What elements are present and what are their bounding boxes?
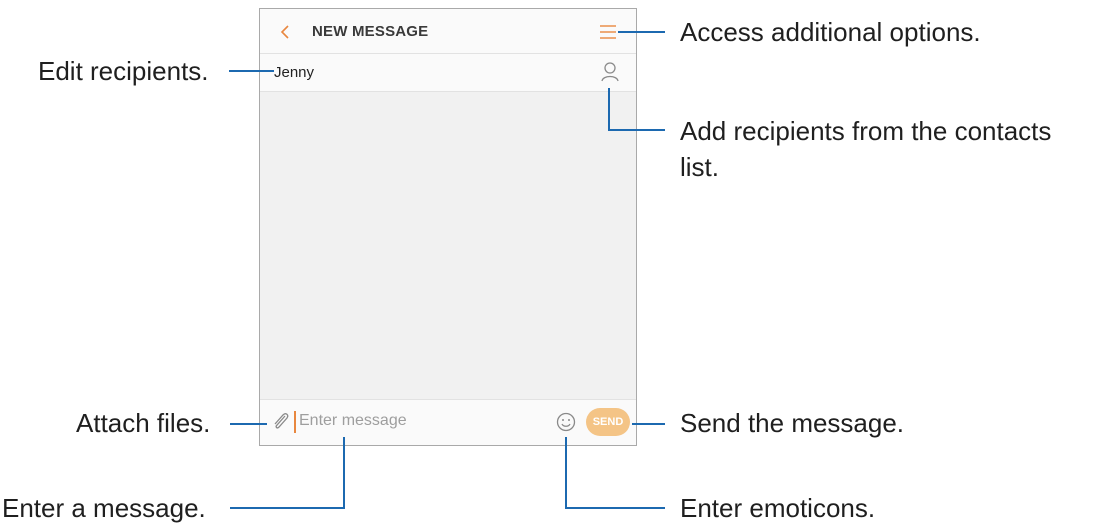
callout-add-recipients-line1: Add recipients from the contacts — [680, 116, 1052, 146]
leader-line-send — [632, 423, 665, 425]
leader-line-emoticons-horizontal — [565, 507, 665, 509]
paperclip-icon[interactable] — [270, 410, 292, 432]
page-title: NEW MESSAGE — [312, 23, 429, 40]
leader-line-emoticons-vertical — [565, 437, 567, 509]
callout-edit-recipients: Edit recipients. — [38, 56, 209, 86]
smiley-icon[interactable] — [555, 411, 577, 433]
compose-bar: Enter message SEND — [260, 399, 636, 445]
app-header: NEW MESSAGE — [260, 9, 636, 54]
recipient-field[interactable]: Jenny — [260, 54, 636, 92]
menu-icon[interactable] — [598, 23, 618, 41]
callout-access-options: Access additional options. — [680, 17, 981, 47]
recipient-name[interactable]: Jenny — [274, 64, 314, 81]
callout-attach-files: Attach files. — [76, 408, 211, 438]
callout-enter-emoticons: Enter emoticons. — [680, 493, 876, 523]
chevron-left-icon[interactable] — [274, 21, 296, 43]
phone-screen: NEW MESSAGE Jenny Enter message SEND — [259, 8, 637, 446]
leader-line-options — [618, 31, 665, 33]
leader-line-edit-recipients — [229, 70, 274, 72]
leader-line-message-horizontal — [230, 507, 345, 509]
text-cursor — [294, 411, 296, 433]
leader-line-contacts-horizontal — [608, 129, 665, 131]
leader-line-message-vertical — [343, 437, 345, 509]
callout-add-recipients-line2: list. — [680, 152, 719, 182]
leader-line-contacts-vertical — [608, 88, 610, 130]
leader-line-attach — [230, 423, 267, 425]
message-input[interactable]: Enter message — [299, 412, 499, 430]
callout-enter-message: Enter a message. — [2, 493, 206, 523]
callout-send-message: Send the message. — [680, 408, 905, 438]
person-icon[interactable] — [599, 60, 621, 84]
send-button[interactable]: SEND — [586, 408, 630, 436]
